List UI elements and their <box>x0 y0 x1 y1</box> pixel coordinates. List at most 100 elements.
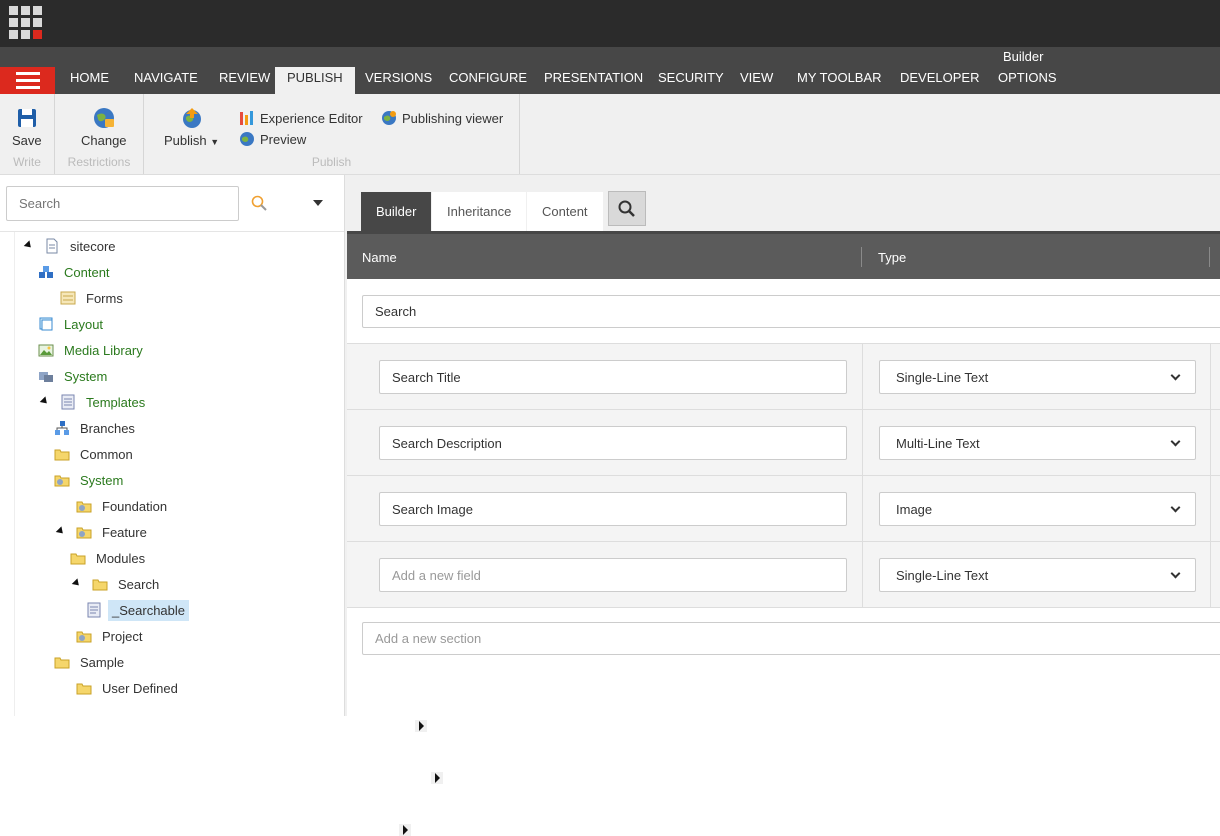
menu-icon[interactable] <box>0 67 55 94</box>
tree-node[interactable]: Modules <box>70 545 427 732</box>
field-type-select[interactable]: Image <box>879 492 1196 526</box>
search-icon[interactable] <box>251 195 268 212</box>
tree-node-label[interactable]: Project <box>98 626 146 647</box>
tree-node-label[interactable]: Foundation <box>98 496 171 517</box>
tree-node-label[interactable]: System <box>76 470 127 491</box>
section-name-input[interactable] <box>362 295 1220 328</box>
tree-node[interactable]: _Searchable <box>86 597 443 784</box>
expand-arrow-icon[interactable] <box>431 772 443 784</box>
chevron-down-icon <box>1170 370 1181 380</box>
new-section-input[interactable] <box>362 622 1220 655</box>
column-divider <box>862 476 863 541</box>
tree-node[interactable]: Media Library <box>38 337 395 524</box>
publishing-viewer-button[interactable]: Publishing viewer <box>381 110 503 126</box>
column-divider <box>862 410 863 475</box>
tree-node-label[interactable]: Branches <box>76 418 139 439</box>
expand-arrow-icon[interactable] <box>415 720 427 732</box>
write-group-label: Write <box>13 155 41 169</box>
content-cubes-icon <box>38 264 54 280</box>
document-icon <box>44 238 60 254</box>
tree-node-label[interactable]: Templates <box>82 392 149 413</box>
tab-developer[interactable]: DEVELOPER <box>888 67 991 94</box>
tab-presentation[interactable]: PRESENTATION <box>532 67 655 94</box>
change-button[interactable]: Change <box>81 106 127 148</box>
tab-navigate[interactable]: NAVIGATE <box>122 67 210 94</box>
tree-node-label[interactable]: Feature <box>98 522 151 543</box>
builder-header: Name Type <box>347 231 1220 279</box>
field-type-select[interactable]: Single-Line Text <box>879 360 1196 394</box>
tree-node[interactable]: System <box>38 363 395 550</box>
tab-my-toolbar[interactable]: MY TOOLBAR <box>785 67 894 94</box>
tab-options[interactable]: OPTIONS <box>986 67 1069 94</box>
tree-node[interactable]: Layout <box>38 311 395 498</box>
tab-publish[interactable]: PUBLISH <box>275 67 355 94</box>
tree-node[interactable]: Branches <box>54 415 411 602</box>
tree-node-label[interactable]: Common <box>76 444 137 465</box>
folder-gear-icon <box>54 472 70 488</box>
column-header-type: Type <box>878 250 907 265</box>
tree-node[interactable]: Search <box>70 571 163 597</box>
tree-node[interactable]: Project <box>54 623 146 649</box>
search-icon <box>618 200 635 217</box>
tree-node[interactable]: Templates <box>38 389 149 415</box>
chevron-down-icon: ▼ <box>210 137 220 147</box>
collapse-arrow-icon[interactable] <box>70 578 82 590</box>
collapse-arrow-icon[interactable] <box>38 396 50 408</box>
field-type-select[interactable]: Multi-Line Text <box>879 426 1196 460</box>
folder-gear-icon <box>76 498 92 514</box>
restrictions-group: Change Restrictions <box>55 94 144 174</box>
tree-node[interactable]: Foundation <box>54 493 171 519</box>
template-icon <box>86 602 102 618</box>
tree-node-label[interactable]: sitecore <box>66 236 120 257</box>
field-name-input[interactable] <box>379 360 847 394</box>
tab-versions[interactable]: VERSIONS <box>353 67 444 94</box>
tab-builder[interactable]: Builder <box>361 192 432 231</box>
tree-node[interactable]: Common <box>54 441 411 628</box>
expand-arrow-icon[interactable] <box>399 824 411 836</box>
field-name-input[interactable] <box>379 426 847 460</box>
tree-node[interactable]: Sample <box>54 649 411 836</box>
tree-node-label[interactable]: _Searchable <box>108 599 189 621</box>
tree-scroll-track[interactable] <box>14 232 15 716</box>
column-divider <box>1209 247 1210 267</box>
search-options-dropdown[interactable] <box>313 200 323 206</box>
ribbon: Save Write Change Restrictions Publish ▼ <box>0 94 1220 175</box>
column-divider <box>862 344 863 409</box>
publish-button[interactable]: Publish ▼ <box>164 106 219 148</box>
tree-node-label[interactable]: Forms <box>82 288 127 309</box>
tree-node[interactable]: sitecore <box>22 233 120 259</box>
save-button[interactable]: Save <box>12 106 42 148</box>
tree-node[interactable]: System <box>54 467 411 654</box>
tab-review[interactable]: REVIEW <box>207 67 282 94</box>
tree-node-label[interactable]: User Defined <box>98 678 182 699</box>
tree-node-label[interactable]: System <box>60 366 111 387</box>
tree-node[interactable]: Feature <box>54 519 151 545</box>
collapse-arrow-icon[interactable] <box>22 240 34 252</box>
tree-node-label[interactable]: Modules <box>92 548 149 569</box>
tab-content[interactable]: Content <box>527 192 603 231</box>
templates-icon <box>60 394 76 410</box>
experience-editor-button[interactable]: Experience Editor <box>239 110 363 126</box>
collapse-arrow-icon[interactable] <box>54 526 66 538</box>
tree-node[interactable]: User Defined <box>54 675 182 701</box>
tree-node-label[interactable]: Media Library <box>60 340 147 361</box>
tree-search-input[interactable] <box>6 186 239 221</box>
tab-configure[interactable]: CONFIGURE <box>437 67 539 94</box>
tree-node[interactable]: Content <box>38 259 395 446</box>
launchpad-icon[interactable] <box>9 6 42 39</box>
tree-node-label[interactable]: Search <box>114 574 163 595</box>
new-field-type-select[interactable]: Single-Line Text <box>879 558 1196 592</box>
tree-node-label[interactable]: Layout <box>60 314 107 335</box>
new-field-input[interactable] <box>379 558 847 592</box>
tree-node[interactable]: Forms <box>38 285 127 311</box>
tree-node-label[interactable]: Sample <box>76 652 128 673</box>
field-name-input[interactable] <box>379 492 847 526</box>
preview-button[interactable]: Preview <box>239 131 306 147</box>
tab-view[interactable]: VIEW <box>728 67 785 94</box>
tab-home[interactable]: HOME <box>58 67 121 94</box>
tree-node-label[interactable]: Content <box>60 262 114 283</box>
editor-search-button[interactable] <box>608 191 646 226</box>
tab-security[interactable]: SECURITY <box>646 67 736 94</box>
tab-inheritance[interactable]: Inheritance <box>432 192 527 231</box>
